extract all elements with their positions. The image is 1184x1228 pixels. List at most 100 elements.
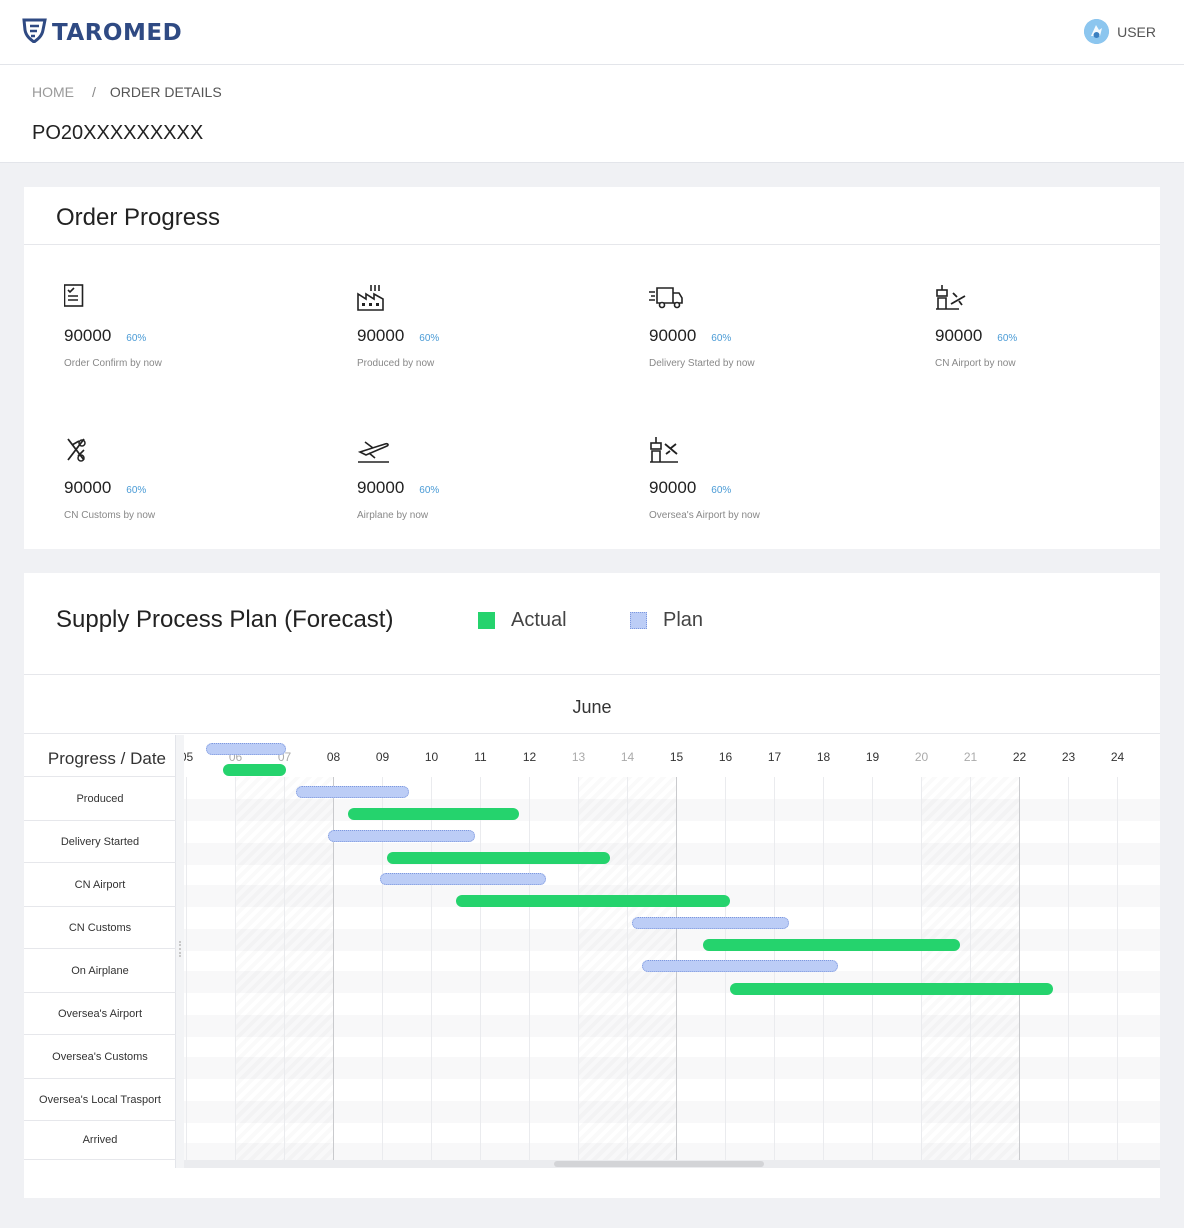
gantt-gridline — [235, 777, 236, 1160]
stat-percent: 60% — [711, 333, 732, 344]
stat-value: 90000 — [357, 478, 405, 497]
gantt-day-label: 12 — [522, 750, 537, 764]
supply-plan-header: Supply Process Plan (Forecast) Actual Pl… — [24, 573, 1160, 675]
plan-bar[interactable] — [205, 743, 287, 755]
gantt-gridline — [1068, 777, 1069, 1160]
gantt-day-label: 13 — [571, 750, 586, 764]
gantt-day-label: 09 — [375, 750, 390, 764]
breadcrumb-separator: / — [92, 84, 96, 100]
actual-bar[interactable] — [729, 983, 1054, 995]
splitter-handle-icon[interactable] — [179, 941, 181, 957]
actual-bar[interactable] — [347, 808, 520, 820]
plan-bar[interactable] — [641, 960, 838, 972]
gantt-gridline — [529, 777, 530, 1160]
actual-bar[interactable] — [702, 939, 961, 951]
page-header: HOME / ORDER DETAILS PO20XXXXXXXXX — [0, 65, 1184, 163]
airport-tower-icon — [935, 284, 967, 312]
stat-airplane: 90000 60% Airplane by now — [357, 436, 557, 521]
breadcrumb: HOME / ORDER DETAILS — [32, 84, 222, 100]
gantt-day-label: 24 — [1110, 750, 1125, 764]
gantt-day-label: 08 — [326, 750, 341, 764]
brand-logo[interactable]: TAROMED — [22, 17, 182, 48]
stat-value: 90000 — [649, 326, 697, 345]
gantt-gridline — [1117, 777, 1118, 1160]
gantt-day-label: 20 — [914, 750, 929, 764]
gantt-day-label: 21 — [963, 750, 978, 764]
gantt-day-label: 10 — [424, 750, 439, 764]
stat-percent: 60% — [711, 485, 732, 496]
page-title: PO20XXXXXXXXX — [32, 122, 204, 144]
plan-bar[interactable] — [296, 786, 409, 798]
legend-actual-swatch — [478, 612, 495, 629]
breadcrumb-home[interactable]: HOME — [32, 84, 74, 100]
gantt-stage-label: On Airplane — [24, 949, 176, 993]
gantt-gridline — [627, 777, 628, 1160]
weekend-shade — [921, 777, 970, 1160]
stat-delivery-started: 90000 60% Delivery Started by now — [649, 284, 849, 369]
stat-value: 90000 — [357, 326, 405, 345]
stat-label: Order Confirm by now — [64, 358, 162, 369]
gantt-stage-column: Progress / Date Produced Delivery Started… — [24, 735, 176, 1168]
top-bar: TAROMED USER — [0, 0, 1184, 65]
plan-bar[interactable] — [631, 917, 789, 929]
stat-order-confirm: 90000 60% Order Confirm by now — [63, 284, 264, 369]
weekend-shade — [578, 777, 627, 1160]
gantt-gridline — [480, 777, 481, 1160]
brand-name: TAROMED — [52, 19, 183, 46]
legend-plan-label: Plan — [663, 609, 704, 631]
gantt-stage-label: Produced — [24, 777, 176, 821]
stat-value: 90000 — [649, 478, 697, 497]
actual-bar[interactable] — [455, 895, 730, 907]
gantt-gridline — [921, 777, 922, 1160]
gantt-gridline — [578, 777, 579, 1160]
legend-plan: Plan — [630, 609, 703, 632]
gantt-grid: 0506070809101112131415161718192021222324 — [184, 735, 1160, 1168]
plan-bar[interactable] — [379, 873, 547, 885]
stat-percent: 60% — [997, 333, 1018, 344]
gantt-day-label: 23 — [1061, 750, 1076, 764]
airplane-takeoff-icon — [357, 436, 389, 464]
gantt-gridline — [970, 777, 971, 1160]
legend-actual-label: Actual — [511, 609, 567, 631]
plan-bar[interactable] — [328, 830, 476, 842]
supply-plan-card: Supply Process Plan (Forecast) Actual Pl… — [24, 573, 1160, 1198]
gantt-gridline — [872, 777, 873, 1160]
stat-value: 90000 — [64, 326, 112, 345]
order-progress-card: Order Progress 90000 60% Order Confirm b… — [24, 187, 1160, 549]
stat-percent: 60% — [419, 485, 440, 496]
actual-bar[interactable] — [222, 764, 287, 776]
breadcrumb-current: ORDER DETAILS — [109, 84, 222, 100]
order-progress-header: Order Progress — [24, 187, 1160, 245]
stat-label: Airplane by now — [357, 510, 429, 521]
gantt-gridline — [186, 777, 187, 1160]
stat-label: Delivery Started by now — [649, 358, 755, 369]
scrollbar-thumb[interactable] — [554, 1161, 764, 1167]
gantt-day-label: 11 — [474, 750, 487, 764]
gantt-gridline — [284, 777, 285, 1160]
stat-label: CN Airport by now — [935, 358, 1016, 369]
gantt-stage-label: Arrived — [24, 1121, 176, 1160]
user-menu[interactable]: USER — [1084, 19, 1156, 44]
stat-value: 90000 — [64, 478, 112, 497]
gantt-day-label: 22 — [1012, 750, 1027, 764]
stat-label: Produced by now — [357, 358, 435, 369]
gantt-day-label: 05 — [184, 750, 194, 764]
weekend-shade — [235, 777, 284, 1160]
gantt-horizontal-scrollbar[interactable] — [184, 1160, 1160, 1168]
gantt-stage-label: CN Airport — [24, 863, 176, 907]
shield-logo-icon — [22, 17, 47, 48]
stat-percent: 60% — [126, 333, 147, 344]
gantt-column-header: Progress / Date — [24, 735, 175, 777]
stat-produced: 90000 60% Produced by now — [357, 284, 557, 369]
stat-overseas-airport: 90000 60% Oversea's Airport by now — [649, 436, 849, 521]
gantt-month-label: June — [24, 676, 1160, 734]
gantt-stage-label: Delivery Started — [24, 821, 176, 863]
clipboard-check-icon — [63, 284, 96, 312]
actual-bar[interactable] — [386, 852, 610, 864]
customs-icon — [64, 436, 96, 464]
gantt-gridline — [1019, 777, 1020, 1160]
legend-actual: Actual — [478, 609, 567, 632]
gantt-day-label: 18 — [816, 750, 831, 764]
supply-plan-title: Supply Process Plan (Forecast) — [56, 606, 394, 633]
gantt-day-label: 16 — [718, 750, 733, 764]
